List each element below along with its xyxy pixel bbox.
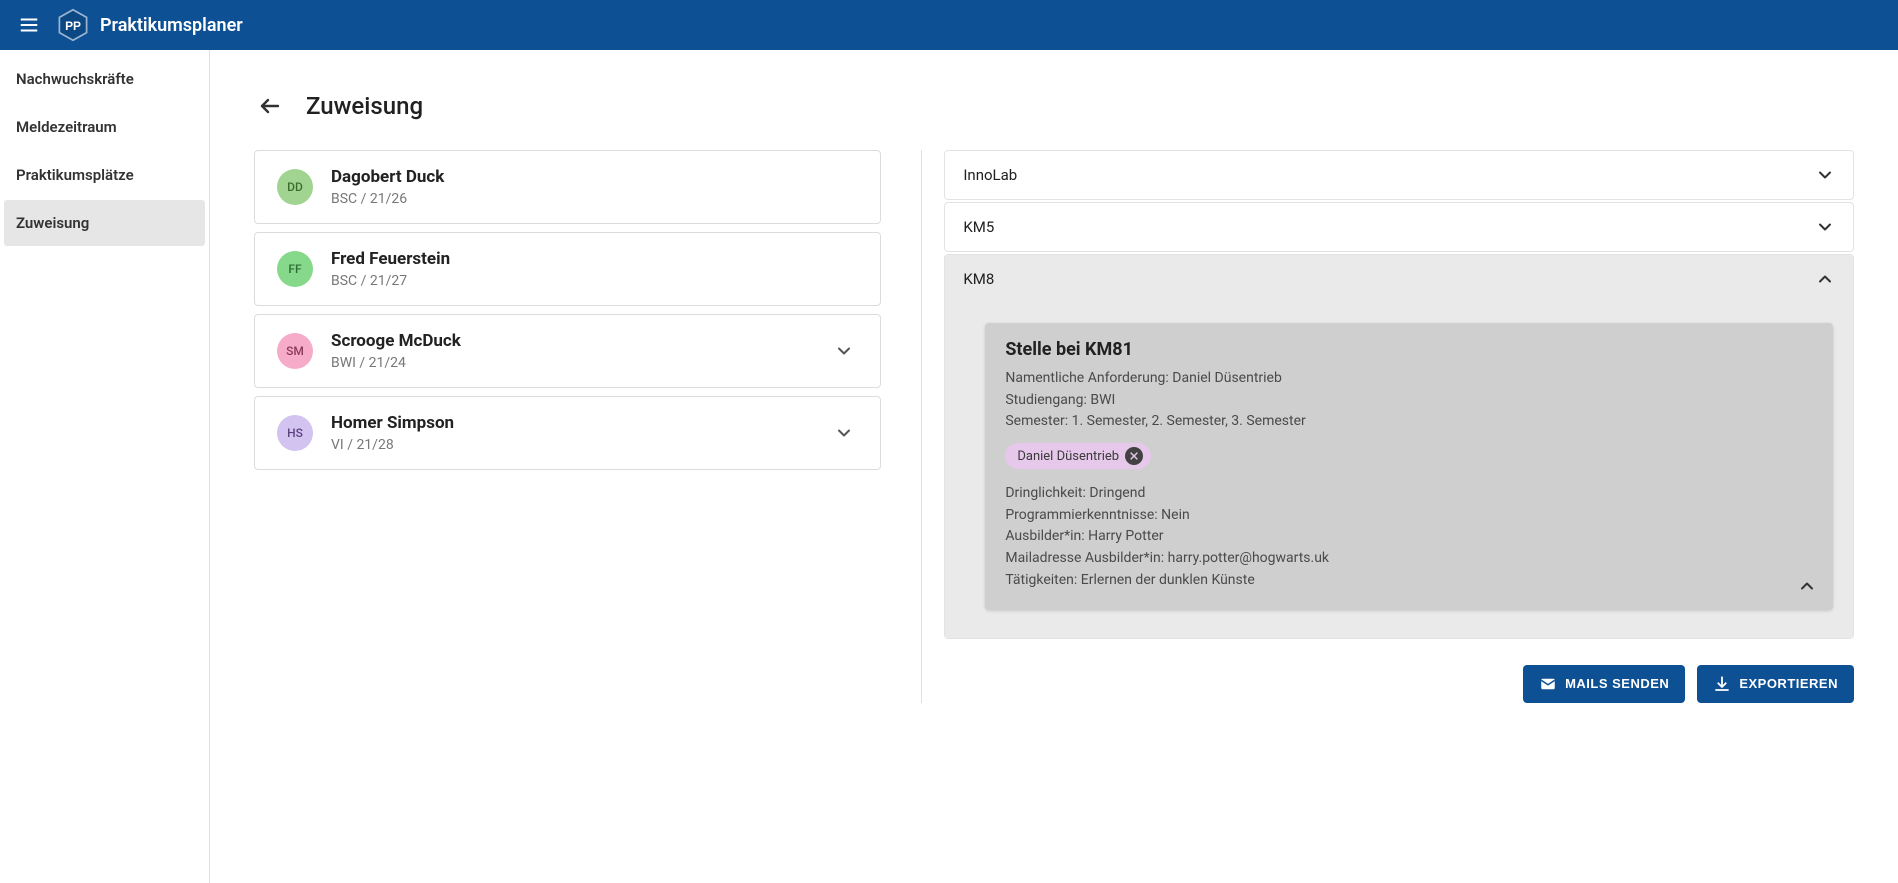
chevron-down-icon <box>834 423 854 443</box>
spot-title: Stelle bei KM81 <box>1005 339 1813 360</box>
chevron-up-icon <box>1797 576 1817 596</box>
spot-ausbilder: Ausbilder*in: Harry Potter <box>1005 526 1813 548</box>
hamburger-icon <box>18 14 40 36</box>
trainee-card[interactable]: SM Scrooge McDuck BWI / 21/24 <box>254 314 881 388</box>
sidebar-item-praktikumsplaetze[interactable]: Praktikumsplätze <box>4 152 205 198</box>
spot-semester: Semester: 1. Semester, 2. Semester, 3. S… <box>1005 411 1813 433</box>
panel-label: KM5 <box>963 218 994 236</box>
chip-remove-button[interactable] <box>1125 447 1143 465</box>
spot-taetigkeiten: Tätigkeiten: Erlernen der dunklen Künste <box>1005 570 1813 592</box>
logo-icon: PP <box>56 8 90 42</box>
assignment-panels: InnoLab KM5 <box>921 150 1854 703</box>
trainee-list: DD Dagobert Duck BSC / 21/26 FF Fred Feu… <box>254 150 881 703</box>
mail-icon <box>1539 675 1557 693</box>
spot-dringlichkeit: Dringlichkeit: Dringend <box>1005 483 1813 505</box>
spot-anforderung: Namentliche Anforderung: Daniel Düsentri… <box>1005 368 1813 390</box>
spot-mail: Mailadresse Ausbilder*in: harry.potter@h… <box>1005 548 1813 570</box>
sidebar-item-zuweisung[interactable]: Zuweisung <box>4 200 205 246</box>
panel-body: Stelle bei KM81 Namentliche Anforderung:… <box>945 303 1853 638</box>
spot-studiengang: Studiengang: BWI <box>1005 390 1813 412</box>
sidebar: Nachwuchskräfte Meldezeitraum Praktikums… <box>0 50 210 883</box>
app-logo: PP <box>56 8 90 42</box>
close-icon <box>1129 451 1139 461</box>
panel-km5: KM5 <box>944 202 1854 252</box>
sidebar-item-nachwuchskraefte[interactable]: Nachwuchskräfte <box>4 56 205 102</box>
chevron-up-icon <box>1815 269 1835 289</box>
trainee-name: Fred Feuerstein <box>331 249 858 269</box>
export-button[interactable]: EXPORTIEREN <box>1697 665 1854 703</box>
menu-button[interactable] <box>12 8 46 42</box>
panel-header[interactable]: InnoLab <box>945 151 1853 199</box>
trainee-card[interactable]: HS Homer Simpson VI / 21/28 <box>254 396 881 470</box>
panel-header[interactable]: KM5 <box>945 203 1853 251</box>
arrow-left-icon <box>258 94 282 118</box>
sidebar-item-meldezeitraum[interactable]: Meldezeitraum <box>4 104 205 150</box>
collapse-spot-button[interactable] <box>1797 576 1817 596</box>
app-bar: PP Praktikumsplaner <box>0 0 1898 50</box>
panel-innolab: InnoLab <box>944 150 1854 200</box>
avatar: DD <box>277 169 313 205</box>
page-header: Zuweisung <box>254 90 1854 122</box>
panel-label: InnoLab <box>963 166 1017 184</box>
assigned-chip[interactable]: Daniel Düsentrieb <box>1005 443 1151 469</box>
export-label: EXPORTIEREN <box>1739 676 1838 691</box>
avatar: HS <box>277 415 313 451</box>
expand-trainee-button[interactable] <box>830 419 858 447</box>
trainee-sub: BWI / 21/24 <box>331 355 812 371</box>
panel-km8: KM8 Stelle bei KM81 Namentliche Anforder… <box>944 254 1854 639</box>
trainee-sub: VI / 21/28 <box>331 437 812 453</box>
trainee-sub: BSC / 21/26 <box>331 191 858 207</box>
panel-header[interactable]: KM8 <box>945 255 1853 303</box>
mails-button[interactable]: MAILS SENDEN <box>1523 665 1685 703</box>
spot-programmierkenntnisse: Programmierkenntnisse: Nein <box>1005 505 1813 527</box>
avatar: SM <box>277 333 313 369</box>
trainee-name: Homer Simpson <box>331 413 812 433</box>
content-area: Zuweisung DD Dagobert Duck BSC / 21/26 F… <box>210 50 1898 883</box>
download-icon <box>1713 675 1731 693</box>
chevron-down-icon <box>1815 217 1835 237</box>
expand-trainee-button[interactable] <box>830 337 858 365</box>
app-title: Praktikumsplaner <box>100 15 243 36</box>
svg-text:PP: PP <box>65 19 81 33</box>
avatar: FF <box>277 251 313 287</box>
trainee-name: Scrooge McDuck <box>331 331 812 351</box>
spot-card: Stelle bei KM81 Namentliche Anforderung:… <box>985 323 1833 610</box>
page-title: Zuweisung <box>306 92 423 120</box>
back-button[interactable] <box>254 90 286 122</box>
trainee-sub: BSC / 21/27 <box>331 273 858 289</box>
action-bar: MAILS SENDEN EXPORTIEREN <box>944 665 1854 703</box>
mails-label: MAILS SENDEN <box>1565 676 1669 691</box>
chevron-down-icon <box>1815 165 1835 185</box>
chevron-down-icon <box>834 341 854 361</box>
trainee-card[interactable]: FF Fred Feuerstein BSC / 21/27 <box>254 232 881 306</box>
chip-label: Daniel Düsentrieb <box>1017 449 1119 464</box>
trainee-card[interactable]: DD Dagobert Duck BSC / 21/26 <box>254 150 881 224</box>
trainee-name: Dagobert Duck <box>331 167 858 187</box>
panel-label: KM8 <box>963 270 994 288</box>
